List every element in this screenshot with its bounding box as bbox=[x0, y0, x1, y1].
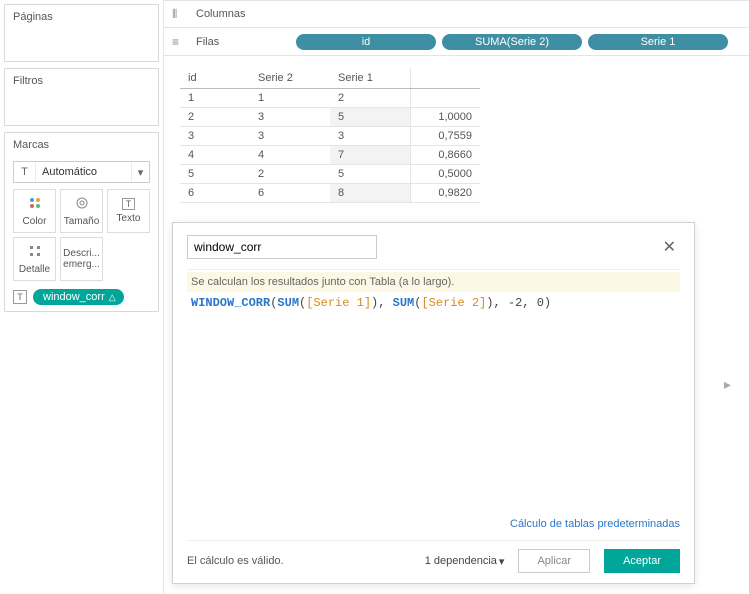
calc-deps-dropdown[interactable]: 1 dependencia ▾ bbox=[425, 555, 505, 568]
filters-title: Filtros bbox=[5, 69, 158, 93]
rows-icon: ≡ bbox=[172, 35, 186, 49]
color-dots-icon bbox=[28, 196, 42, 213]
columns-shelf[interactable]: ⦀ Columnas bbox=[164, 0, 749, 28]
text-label: Texto bbox=[117, 213, 141, 224]
expand-arrow-icon[interactable]: ▸ bbox=[724, 376, 731, 393]
text-icon: T bbox=[13, 290, 27, 304]
pill-label: window_corr bbox=[43, 291, 105, 303]
table-row: 3330,7559 bbox=[180, 127, 480, 146]
size-icon bbox=[75, 196, 89, 213]
size-button[interactable]: Tamaño bbox=[60, 189, 103, 233]
calc-formula[interactable]: WINDOW_CORR(SUM([Serie 1]), SUM([Serie 2… bbox=[187, 292, 680, 314]
col-serie2: Serie 2 bbox=[250, 68, 330, 89]
caret-down-icon: ▾ bbox=[499, 555, 505, 568]
calc-valid-msg: El cálculo es válido. bbox=[187, 555, 284, 567]
tooltip-label: Descri... emerg... bbox=[61, 248, 102, 270]
table-row: 6680,9820 bbox=[180, 184, 480, 203]
detail-icon bbox=[28, 244, 42, 261]
calc-editor-dialog: ✕ Se calculan los resultados junto con T… bbox=[172, 222, 695, 584]
row-pill-suma[interactable]: SUMA(Serie 2) bbox=[442, 34, 582, 50]
calc-name-input[interactable] bbox=[187, 235, 377, 259]
table-row: 2351,0000 bbox=[180, 108, 480, 127]
table-row: 4470,8660 bbox=[180, 146, 480, 165]
color-label: Color bbox=[23, 216, 47, 227]
table-header-row: id Serie 2 Serie 1 bbox=[180, 68, 480, 89]
marks-title: Marcas bbox=[5, 133, 158, 157]
close-icon[interactable]: ✕ bbox=[659, 237, 680, 257]
caret-down-icon: ▾ bbox=[131, 162, 149, 182]
window-corr-pill[interactable]: window_corr △ bbox=[33, 289, 124, 305]
table-row: 112 bbox=[180, 89, 480, 108]
rows-label: Filas bbox=[196, 36, 286, 48]
row-pill-serie1[interactable]: Serie 1 bbox=[588, 34, 728, 50]
text-icon: T bbox=[14, 162, 36, 182]
label-icon: T bbox=[122, 198, 136, 210]
detail-button[interactable]: Detalle bbox=[13, 237, 56, 281]
pages-panel: Páginas bbox=[4, 4, 159, 62]
rows-shelf[interactable]: ≡ Filas id SUMA(Serie 2) Serie 1 bbox=[164, 28, 749, 56]
detail-label: Detalle bbox=[19, 264, 50, 275]
data-table: id Serie 2 Serie 1 1122351,00003330,7559… bbox=[180, 68, 480, 203]
delta-icon: △ bbox=[109, 292, 116, 303]
col-value bbox=[410, 68, 480, 89]
tooltip-button[interactable]: Descri... emerg... bbox=[60, 237, 103, 281]
color-button[interactable]: Color bbox=[13, 189, 56, 233]
text-button[interactable]: T Texto bbox=[107, 189, 150, 233]
accept-button[interactable]: Aceptar bbox=[604, 549, 680, 573]
default-table-calc-link[interactable]: Cálculo de tablas predeterminadas bbox=[510, 518, 680, 530]
marks-panel: Marcas T Automático ▾ Color Tamaño bbox=[4, 132, 159, 312]
filters-panel: Filtros bbox=[4, 68, 159, 126]
size-label: Tamaño bbox=[64, 216, 100, 227]
col-serie1: Serie 1 bbox=[330, 68, 410, 89]
row-pill-id[interactable]: id bbox=[296, 34, 436, 50]
apply-button[interactable]: Aplicar bbox=[518, 549, 590, 573]
col-id: id bbox=[180, 68, 250, 89]
mark-type-label: Automático bbox=[36, 166, 131, 178]
columns-icon: ⦀ bbox=[172, 7, 186, 22]
pages-title: Páginas bbox=[5, 5, 158, 29]
mark-type-select[interactable]: T Automático ▾ bbox=[13, 161, 150, 183]
table-row: 5250,5000 bbox=[180, 165, 480, 184]
calc-context-msg: Se calculan los resultados junto con Tab… bbox=[187, 272, 680, 292]
columns-label: Columnas bbox=[196, 8, 286, 20]
